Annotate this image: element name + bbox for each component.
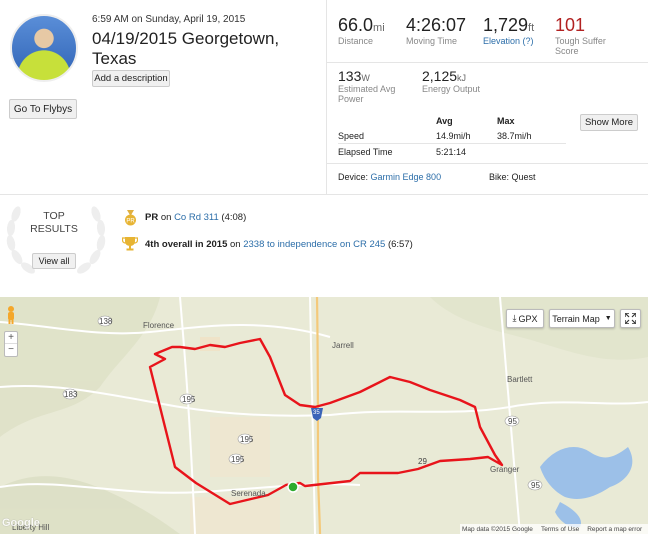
road-95b-label: 95 [531, 481, 540, 490]
elapsed-label: Elapsed Time [338, 147, 393, 157]
route-map[interactable]: 138 183 195 195 195 95 95 29 35 Florence… [0, 297, 648, 534]
power-stat: 133W Estimated Avg Power [338, 68, 410, 104]
activity-title: 04/19/2015 Georgetown, Texas [92, 29, 280, 68]
svg-text:PR: PR [126, 219, 135, 225]
distance-stat: 66.0mi Distance [338, 15, 385, 46]
device-label: Device: [338, 172, 369, 182]
speed-max: 38.7mi/h [497, 131, 532, 141]
expand-icon [625, 313, 636, 324]
power-unit: W [361, 73, 370, 83]
device-divider [327, 163, 648, 164]
speed-label: Speed [338, 131, 365, 141]
overall-achievement: 4th overall in 2015 on 2338 to independe… [145, 239, 413, 250]
pr-time: (4:08) [218, 212, 247, 223]
power-value: 133 [338, 68, 362, 84]
bike-info: Bike: Quest [489, 172, 536, 182]
elevation-unit: ft [528, 22, 535, 34]
town-florence: Florence [143, 321, 175, 330]
map-data-attribution: Map data ©2015 Google [462, 525, 533, 533]
elevation-label-link[interactable]: Elevation (?) [483, 36, 534, 46]
stats-divider [327, 62, 648, 63]
power-label: Estimated Avg Power [338, 84, 396, 104]
device-link[interactable]: Garmin Edge 800 [371, 172, 442, 182]
section-divider [0, 194, 648, 195]
top-results-title: TOP RESULTS [20, 210, 88, 236]
bike-value: Quest [511, 172, 536, 182]
road-195b-label: 195 [240, 435, 254, 444]
road-195a-label: 195 [182, 395, 196, 404]
show-more-button[interactable]: Show More [580, 114, 638, 131]
overall-label: 4th overall in 2015 [145, 239, 228, 250]
gpx-label: GPX [518, 313, 538, 324]
town-jarrell: Jarrell [332, 341, 354, 350]
energy-unit: kJ [457, 73, 467, 83]
energy-value: 2,125 [422, 68, 458, 84]
elapsed-value: 5:21:14 [436, 147, 467, 157]
view-all-button[interactable]: View all [32, 253, 76, 269]
fullscreen-button[interactable] [620, 309, 641, 328]
top-results-line2: RESULTS [30, 223, 78, 235]
gpx-download-button[interactable]: ⤓ GPX [506, 309, 544, 328]
road-95a-label: 95 [508, 417, 517, 426]
road-183-label: 183 [64, 390, 78, 399]
top-results-line1: TOP [43, 210, 65, 222]
table-row-divider [338, 143, 566, 144]
avg-header: Avg [436, 116, 453, 126]
overall-on: on [227, 239, 244, 250]
moving-time-stat: 4:26:07 Moving Time [406, 15, 466, 46]
town-bartlett: Bartlett [507, 375, 533, 384]
overall-time: (6:57) [385, 239, 413, 250]
download-icon: ⤓ [512, 313, 517, 323]
suffer-score-value: 101 [555, 15, 586, 35]
pr-on: on [158, 212, 175, 223]
pr-medal-icon: PR [125, 210, 136, 226]
speed-avg: 14.9mi/h [436, 131, 471, 141]
terms-of-use-link[interactable]: Terms of Use [541, 526, 579, 533]
zoom-control: + − [4, 331, 18, 357]
town-serenada: Serenada [231, 489, 266, 498]
zoom-in-button[interactable]: + [5, 332, 17, 344]
pr-segment-link[interactable]: Co Rd 311 [174, 212, 219, 223]
activity-datetime: 6:59 AM on Sunday, April 19, 2015 [92, 14, 246, 25]
map-footer: Map data ©2015 Google Terms of Use Repor… [460, 524, 648, 534]
athlete-avatar[interactable] [10, 14, 78, 82]
distance-value: 66.0 [338, 15, 374, 35]
caret-down-icon: ▼ [604, 315, 612, 322]
trophy-icon [122, 237, 138, 251]
moving-time-label: Moving Time [406, 36, 458, 46]
add-description-button[interactable]: Add a description [92, 70, 170, 87]
energy-stat: 2,125kJ Energy Output [422, 68, 480, 94]
suffer-score-stat: 101 Tough Suffer Score [555, 15, 625, 56]
report-map-error-link[interactable]: Report a map error [587, 526, 642, 533]
bike-label: Bike: [489, 172, 510, 182]
distance-unit: mi [373, 22, 385, 34]
pr-label: PR [145, 212, 159, 223]
map-type-label: Terrain Map [552, 313, 600, 324]
elevation-stat: 1,729ft Elevation (?) [483, 15, 534, 46]
map-type-dropdown[interactable]: Terrain Map ▼ [549, 309, 615, 328]
interstate-35-label: 35 [313, 410, 320, 416]
pr-achievement: PR on Co Rd 311 (4:08) [145, 212, 246, 223]
start-marker [287, 481, 299, 493]
device-info: Device: Garmin Edge 800 [338, 172, 441, 182]
map-canvas [0, 297, 648, 534]
zoom-out-button[interactable]: − [5, 344, 17, 356]
elevation-value: 1,729 [483, 15, 529, 35]
go-to-flybys-button[interactable]: Go To Flybys [9, 99, 77, 119]
max-header: Max [497, 116, 515, 126]
road-138-label: 138 [99, 317, 113, 326]
moving-time-value: 4:26:07 [406, 15, 467, 35]
road-195c-label: 195 [231, 455, 245, 464]
street-view-pegman-icon[interactable] [5, 305, 17, 325]
distance-label: Distance [338, 36, 374, 46]
town-granger: Granger [490, 465, 520, 474]
google-logo: Google [2, 517, 40, 529]
energy-label: Energy Output [422, 84, 481, 94]
overall-segment-link[interactable]: 2338 to independence on CR 245 [243, 239, 385, 250]
suffer-score-label: Tough Suffer Score [555, 36, 606, 56]
road-29-label: 29 [418, 457, 427, 466]
